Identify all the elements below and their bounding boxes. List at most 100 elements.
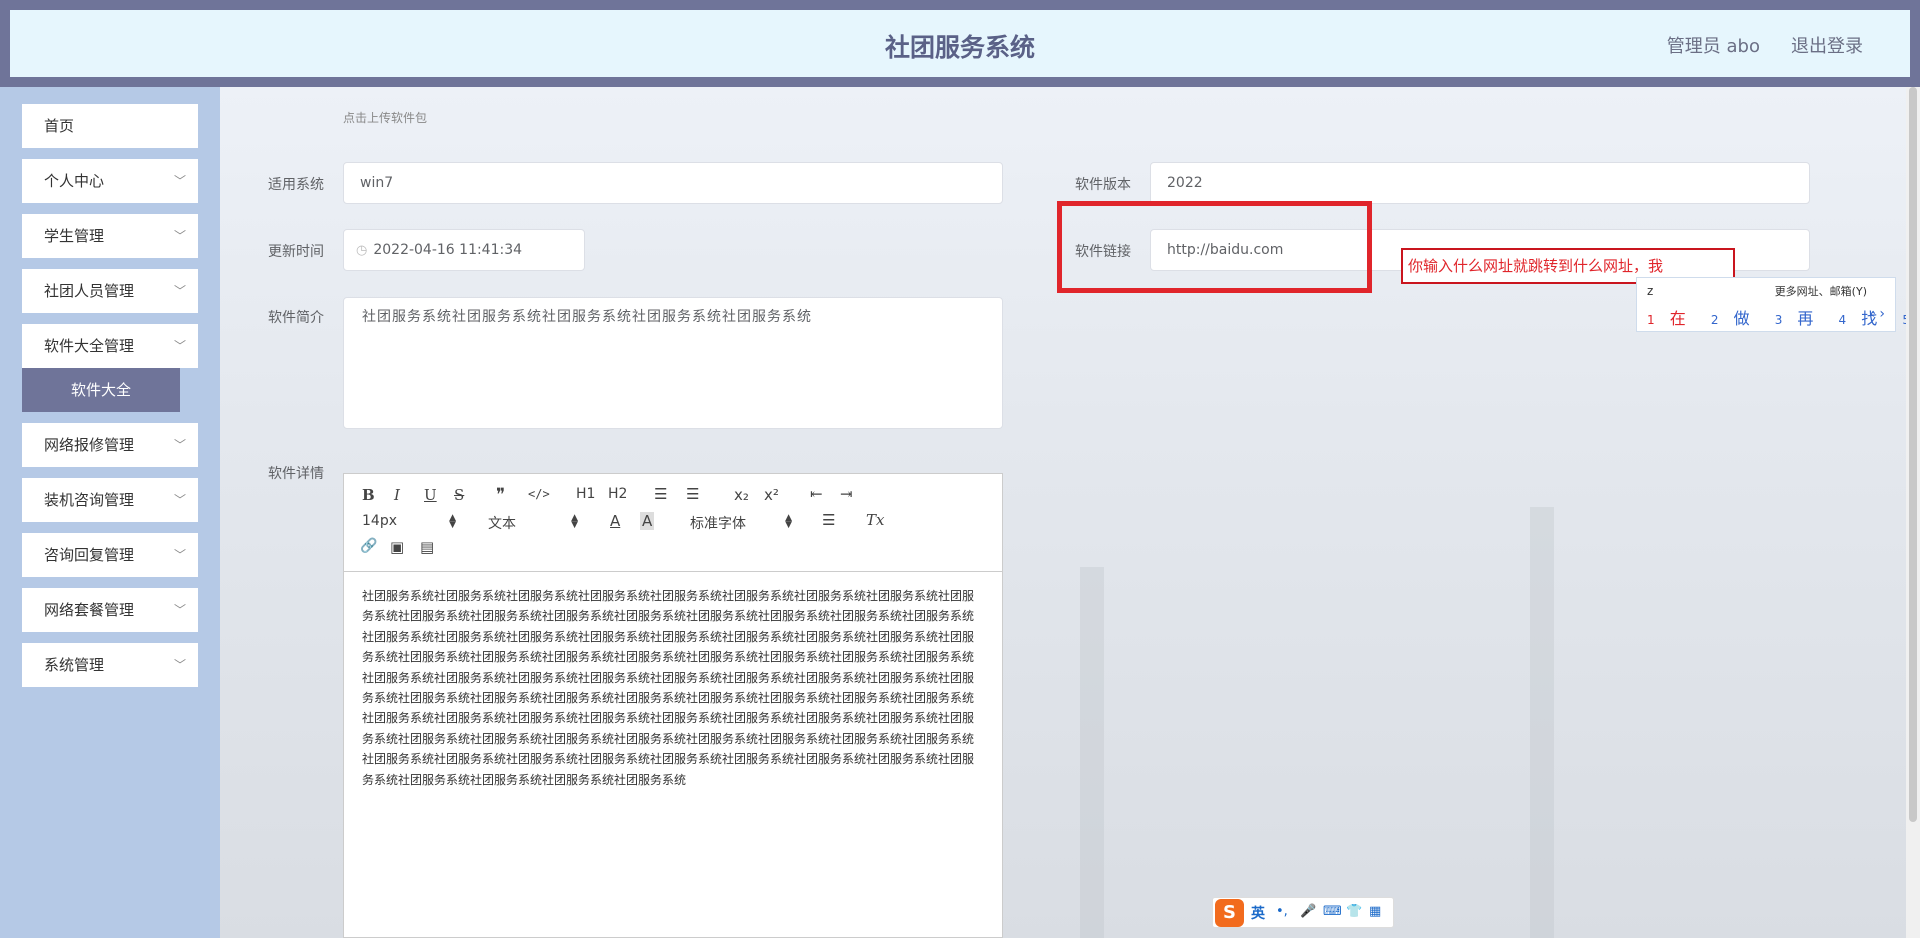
- ime-candidate[interactable]: 1 在: [1647, 309, 1696, 328]
- update-time-picker[interactable]: ◷ 2022-04-16 11:41:34: [343, 229, 585, 271]
- sidebar-item-label: 网络报修管理: [44, 436, 135, 454]
- code-block-button[interactable]: </>: [528, 487, 550, 501]
- ime-candidate[interactable]: 3 再: [1775, 309, 1824, 328]
- sidebar-item-label: 个人中心: [44, 172, 105, 190]
- chevron-down-icon: ﹀: [173, 493, 186, 507]
- sidebar-item-install-consult-management[interactable]: 装机咨询管理 ﹀: [22, 478, 198, 522]
- heading2-button[interactable]: H2: [608, 486, 627, 502]
- sidebar-item-network-repair-management[interactable]: 网络报修管理 ﹀: [22, 423, 198, 467]
- version-input[interactable]: 2022: [1150, 162, 1810, 204]
- header-format-select[interactable]: 文本 ▲ ▼: [488, 513, 578, 533]
- top-bar: 社团服务系统 管理员 abo 退出登录: [0, 0, 1920, 87]
- indent-button[interactable]: ⇥: [840, 485, 853, 503]
- bold-button[interactable]: B: [362, 486, 375, 504]
- header-panel: 社团服务系统 管理员 abo 退出登录: [10, 10, 1910, 77]
- chevron-down-icon: ﹀: [173, 658, 186, 672]
- sidebar-item-label: 装机咨询管理: [44, 491, 135, 509]
- align-icon[interactable]: ☰: [822, 511, 835, 529]
- strikethrough-button[interactable]: S: [454, 486, 464, 504]
- toolbox-icon[interactable]: ▦: [1369, 904, 1381, 919]
- ime-toolbar: S 英 •, 🎤 ⌨ 👕 ▦: [1212, 897, 1394, 928]
- skin-icon[interactable]: 👕: [1346, 904, 1362, 919]
- sidebar-item-home[interactable]: 首页: [22, 104, 198, 148]
- page-scrollbar[interactable]: [1906, 87, 1920, 938]
- background-color-icon[interactable]: A: [640, 512, 655, 530]
- sidebar-item-label: 系统管理: [44, 656, 105, 674]
- italic-button[interactable]: I: [394, 486, 400, 504]
- chevron-down-icon: ﹀: [173, 174, 186, 188]
- highlight-box: [1057, 201, 1372, 293]
- chevron-down-icon: ﹀: [173, 438, 186, 452]
- logout-button[interactable]: 退出登录: [1791, 32, 1863, 58]
- sidebar-item-system-management[interactable]: 系统管理 ﹀: [22, 643, 198, 687]
- background-decoration: [1080, 567, 1104, 938]
- intro-textarea[interactable]: 社团服务系统社团服务系统社团服务系统社团服务系统社团服务系统: [343, 297, 1003, 429]
- sidebar-item-personal-center[interactable]: 个人中心 ﹀: [22, 159, 198, 203]
- sidebar-item-label: 社团人员管理: [44, 282, 135, 300]
- clock-icon: ◷: [356, 243, 368, 258]
- ime-language-toggle[interactable]: 英: [1251, 903, 1265, 923]
- sidebar-item-label: 咨询回复管理: [44, 546, 135, 564]
- rich-text-editor: B I U S ❞ </> H1 H2 ☰ ☰ x₂ x² ⇤ ⇥ 14px ▲ ▼…: [343, 473, 1003, 938]
- font-size-select[interactable]: 14px ▲ ▼: [362, 513, 456, 531]
- subscript-button[interactable]: x₂: [734, 486, 749, 504]
- select-arrows-icon: ▲ ▼: [449, 513, 456, 530]
- sidebar-item-student-management[interactable]: 学生管理 ﹀: [22, 214, 198, 258]
- clear-format-button[interactable]: Tx: [866, 511, 884, 529]
- outdent-button[interactable]: ⇤: [810, 485, 823, 503]
- sidebar-item-consult-reply-management[interactable]: 咨询回复管理 ﹀: [22, 533, 198, 577]
- ime-candidate-window: z 更多网址、邮箱(Y) 1 在 2 做 3 再 4 找 5 者 ‹ ›: [1636, 277, 1910, 332]
- sidebar-item-club-staff-management[interactable]: 社团人员管理 ﹀: [22, 269, 198, 313]
- sidebar-item-label: 学生管理: [44, 227, 105, 245]
- chevron-down-icon: ﹀: [173, 284, 186, 298]
- update-time-value: 2022-04-16 11:41:34: [373, 242, 523, 258]
- system-input[interactable]: win7: [343, 162, 1003, 204]
- punctuation-icon[interactable]: •,: [1276, 904, 1288, 919]
- chevron-down-icon: ﹀: [173, 548, 186, 562]
- superscript-button[interactable]: x²: [764, 486, 779, 504]
- font-family-select[interactable]: 标准字体 ▲ ▼: [690, 513, 792, 533]
- update-time-label: 更新时间: [268, 244, 324, 260]
- version-label: 软件版本: [1075, 177, 1131, 193]
- bullet-list-button[interactable]: ☰: [686, 485, 699, 503]
- scrollbar-thumb[interactable]: [1909, 87, 1917, 822]
- header-format-value: 文本: [488, 516, 516, 532]
- blockquote-button[interactable]: ❞: [496, 485, 505, 505]
- app-title: 社团服务系统: [884, 33, 1035, 62]
- select-arrows-icon: ▲ ▼: [571, 513, 578, 530]
- sidebar-item-label: 首页: [44, 117, 75, 135]
- ordered-list-button[interactable]: ☰: [654, 485, 667, 503]
- heading1-button[interactable]: H1: [576, 486, 595, 502]
- intro-label: 软件简介: [268, 310, 324, 326]
- ime-page-nav[interactable]: ‹ ›: [1869, 306, 1885, 322]
- chevron-down-icon: ﹀: [173, 339, 186, 353]
- image-icon[interactable]: ▣: [390, 538, 404, 556]
- sidebar-item-label: 软件大全管理: [44, 337, 135, 355]
- upload-package-hint[interactable]: 点击上传软件包: [343, 109, 427, 126]
- ime-candidate[interactable]: 2 做: [1711, 309, 1760, 328]
- sidebar: 首页 个人中心 ﹀ 学生管理 ﹀ 社团人员管理 ﹀ 软件大全管理 ﹀ 软件大全 网络报修…: [0, 87, 220, 938]
- sidebar-item-label: 网络套餐管理: [44, 601, 135, 619]
- chevron-down-icon: ﹀: [173, 603, 186, 617]
- admin-username: 管理员 abo: [1666, 36, 1760, 57]
- ime-more-option[interactable]: 更多网址、邮箱(Y): [1775, 283, 1867, 299]
- underline-button[interactable]: U: [424, 486, 437, 504]
- background-decoration: [1530, 507, 1554, 938]
- ime-composition: z: [1647, 284, 1654, 298]
- sidebar-item-network-package-management[interactable]: 网络套餐管理 ﹀: [22, 588, 198, 632]
- sogou-logo-icon[interactable]: S: [1215, 899, 1244, 927]
- chevron-down-icon: ﹀: [173, 229, 186, 243]
- keyboard-icon[interactable]: ⌨: [1323, 904, 1342, 919]
- sidebar-subitem-software-list[interactable]: 软件大全: [22, 368, 180, 412]
- system-label: 适用系统: [268, 177, 324, 193]
- font-color-icon[interactable]: A: [610, 512, 620, 530]
- editor-toolbar: B I U S ❞ </> H1 H2 ☰ ☰ x₂ x² ⇤ ⇥ 14px ▲ ▼…: [344, 474, 1002, 572]
- sidebar-item-software-management[interactable]: 软件大全管理 ﹀: [22, 324, 198, 368]
- link-icon[interactable]: 🔗: [360, 538, 377, 554]
- video-icon[interactable]: ▤: [420, 538, 434, 556]
- detail-label: 软件详情: [268, 466, 324, 482]
- font-size-value: 14px: [362, 513, 397, 529]
- select-arrows-icon: ▲ ▼: [785, 513, 792, 530]
- editor-content[interactable]: 社团服务系统社团服务系统社团服务系统社团服务系统社团服务系统社团服务系统社团服务…: [362, 586, 982, 790]
- microphone-icon[interactable]: 🎤: [1300, 904, 1316, 919]
